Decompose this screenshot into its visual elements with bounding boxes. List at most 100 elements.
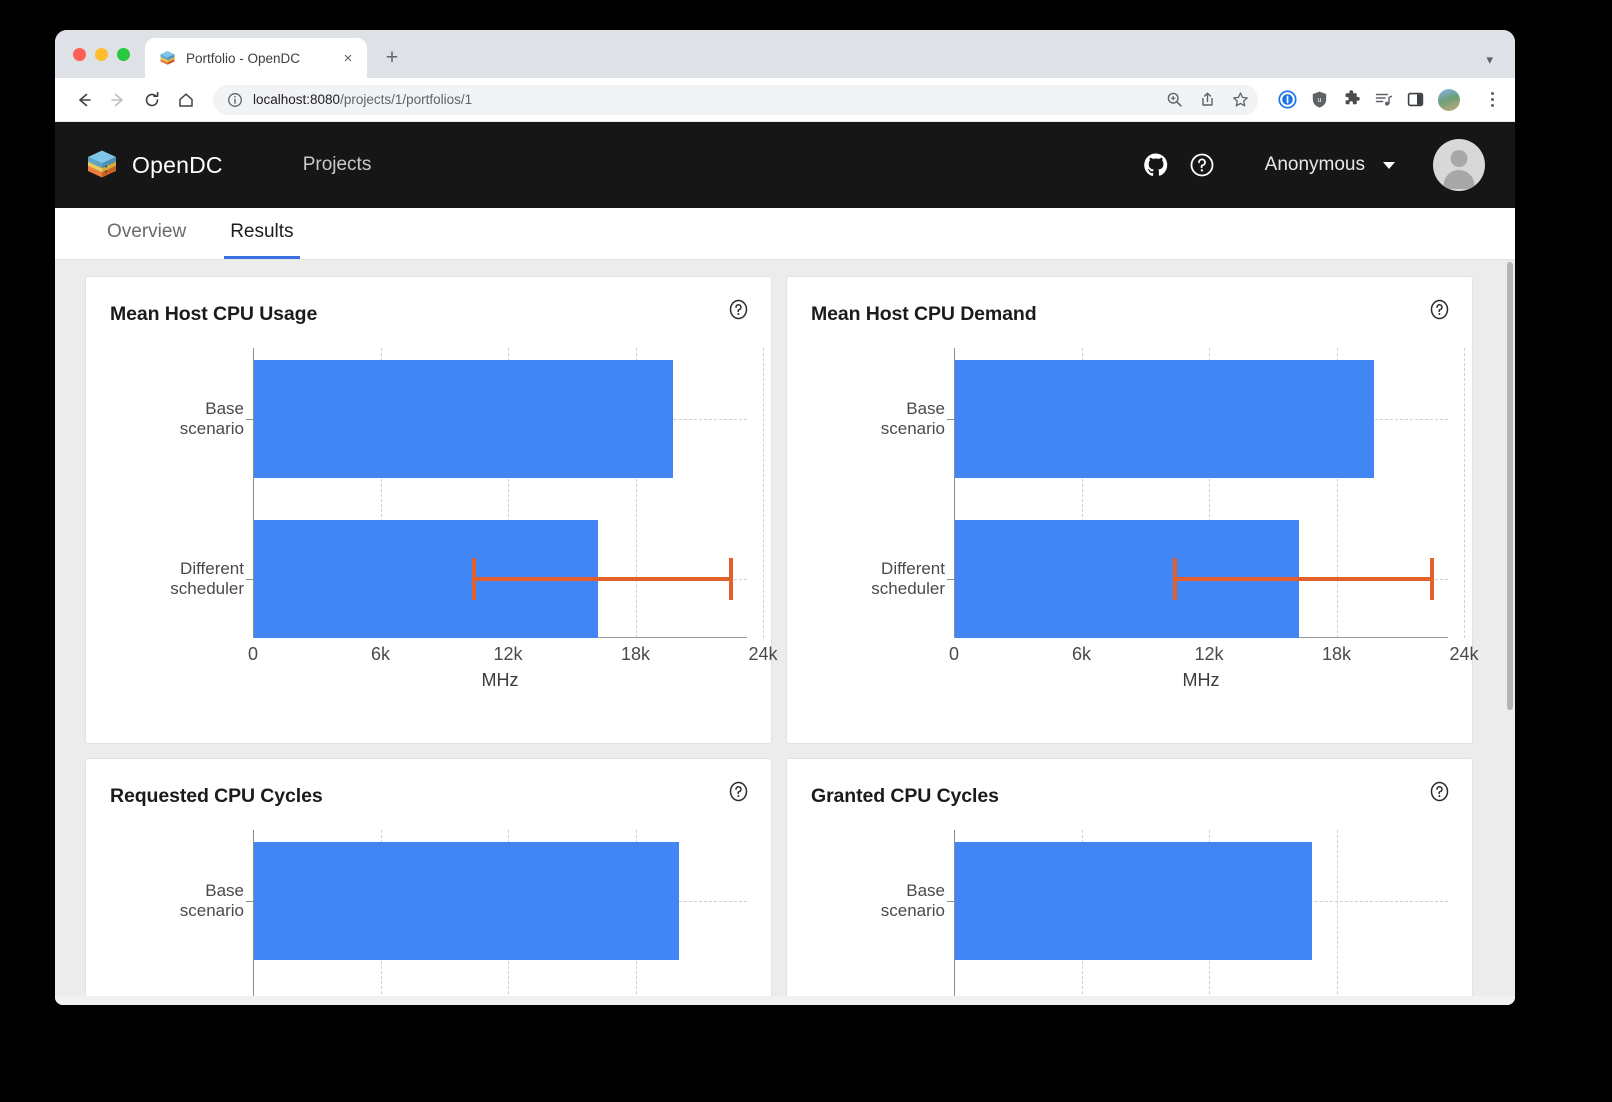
y-axis-tick [947,579,954,580]
forward-button[interactable] [103,85,133,115]
user-menu-label[interactable]: Anonymous [1265,154,1365,176]
error-bar-cap-high [1430,558,1434,600]
window-traffic-lights [73,48,130,61]
chrome-menu-kebab[interactable] [1481,92,1503,107]
bar[interactable] [254,842,679,960]
navbar-right: Anonymous [1133,139,1485,191]
y-axis-label: Basescenario [180,399,244,439]
chart-plot-area: BasescenarioDifferentscheduler [811,830,1448,1005]
y-axis-label: Differentscheduler [871,559,945,599]
zoom-icon[interactable] [1165,90,1184,109]
back-button[interactable] [69,85,99,115]
x-tick-label: 18k [621,644,650,665]
app-brand[interactable]: OpenDC [85,148,223,182]
browser-tabstrip: Portfolio - OpenDC × + ▾ [55,30,1515,78]
help-circle-icon[interactable] [728,781,749,802]
url-path: /projects/1/portfolios/1 [340,92,472,107]
x-tick-label: 18k [1322,644,1351,665]
gridline-vertical [1337,830,1338,1005]
y-axis-label: Differentscheduler [170,559,244,599]
github-icon[interactable] [1133,152,1179,178]
opendc-stack-icon [85,148,119,182]
error-bar-cap-high [729,558,733,600]
puzzle-extensions-icon[interactable] [1342,90,1361,109]
chevron-down-icon[interactable]: ▾ [1486,52,1493,68]
omnibox-actions [1165,90,1250,109]
help-circle-icon[interactable] [728,299,749,320]
profile-avatar[interactable] [1438,89,1460,111]
chart-card: Requested CPU Cycles BasescenarioDiffere… [85,758,772,1005]
browser-tab[interactable]: Portfolio - OpenDC × [145,38,367,78]
minimize-window-button[interactable] [95,48,108,61]
browser-window: Portfolio - OpenDC × + ▾ localhost:8080/… [55,30,1515,1005]
chart-card: Granted CPU Cycles BasescenarioDifferent… [786,758,1473,1005]
svg-text:u: u [1318,97,1322,104]
x-axis-ticks: 06k12k18k24k [954,640,1448,668]
chart-title: Granted CPU Cycles [811,785,1448,808]
x-tick-label: 0 [949,644,959,665]
share-icon[interactable] [1198,90,1217,109]
x-tick-label: 6k [1072,644,1091,665]
chart-plot-area: BasescenarioDifferentscheduler 06k12k18k… [811,348,1448,693]
tab-overview[interactable]: Overview [101,208,192,259]
x-axis-title: MHz [253,670,747,691]
maximize-window-button[interactable] [117,48,130,61]
y-axis-tick [246,901,253,902]
gridline-vertical [763,348,764,638]
y-axis-tick [246,579,253,580]
help-circle-icon[interactable] [1179,152,1225,178]
opendc-stack-icon [159,50,176,67]
chart-title: Requested CPU Cycles [110,785,747,808]
bookmark-star-icon[interactable] [1231,90,1250,109]
chart-title: Mean Host CPU Usage [110,303,747,326]
bar[interactable] [955,360,1374,478]
bar[interactable] [955,842,1312,960]
new-tab-button[interactable]: + [379,44,405,70]
charts-grid: Mean Host CPU Usage BasescenarioDifferen… [85,276,1473,1005]
results-content: Mean Host CPU Usage BasescenarioDifferen… [55,260,1515,1005]
home-button[interactable] [171,85,201,115]
bar[interactable] [254,360,673,478]
plot: BasescenarioDifferentscheduler [253,348,747,638]
close-tab-icon[interactable]: × [339,49,357,67]
help-circle-icon[interactable] [1429,299,1450,320]
nav-link-projects[interactable]: Projects [303,154,372,176]
help-circle-icon[interactable] [1429,781,1450,802]
ublock-shield-icon[interactable]: u [1310,90,1329,109]
reading-list-icon[interactable] [1374,90,1393,109]
reload-button[interactable] [137,85,167,115]
horizontal-scrollbar[interactable] [55,996,1515,1005]
address-bar[interactable]: localhost:8080/projects/1/portfolios/1 [213,85,1258,115]
y-axis-label: Basescenario [881,881,945,921]
close-window-button[interactable] [73,48,86,61]
x-axis-ticks: 06k12k18k24k [253,640,747,668]
tab-results[interactable]: Results [224,208,299,259]
tab-title: Portfolio - OpenDC [186,51,329,66]
y-axis-label: Basescenario [180,881,244,921]
site-info-icon[interactable] [225,90,244,109]
chart-title: Mean Host CPU Demand [811,303,1448,326]
chart-plot-area: BasescenarioDifferentscheduler [110,830,747,1005]
error-bar-line [1175,577,1432,581]
side-panel-icon[interactable] [1406,90,1425,109]
chart-card: Mean Host CPU Usage BasescenarioDifferen… [85,276,772,744]
page-scrollbar-thumb[interactable] [1507,262,1513,710]
plot: BasescenarioDifferentscheduler [954,348,1448,638]
chart-plot-area: BasescenarioDifferentscheduler 06k12k18k… [110,348,747,693]
1password-icon[interactable] [1278,90,1297,109]
x-axis-title: MHz [954,670,1448,691]
app-navbar: OpenDC Projects Anonymous [55,122,1515,208]
page-tabs: Overview Results [55,208,1515,260]
user-avatar[interactable] [1433,139,1485,191]
browser-toolbar: localhost:8080/projects/1/portfolios/1 u [55,78,1515,122]
chevron-down-icon[interactable] [1383,162,1395,169]
x-tick-label: 12k [1194,644,1223,665]
y-axis-tick [947,901,954,902]
plot: BasescenarioDifferentscheduler [253,830,747,1005]
y-axis-tick [947,419,954,420]
x-tick-label: 0 [248,644,258,665]
brand-name: OpenDC [132,152,223,179]
x-tick-label: 24k [1449,644,1478,665]
y-axis-label: Basescenario [881,399,945,439]
error-bar-cap-low [1173,558,1177,600]
